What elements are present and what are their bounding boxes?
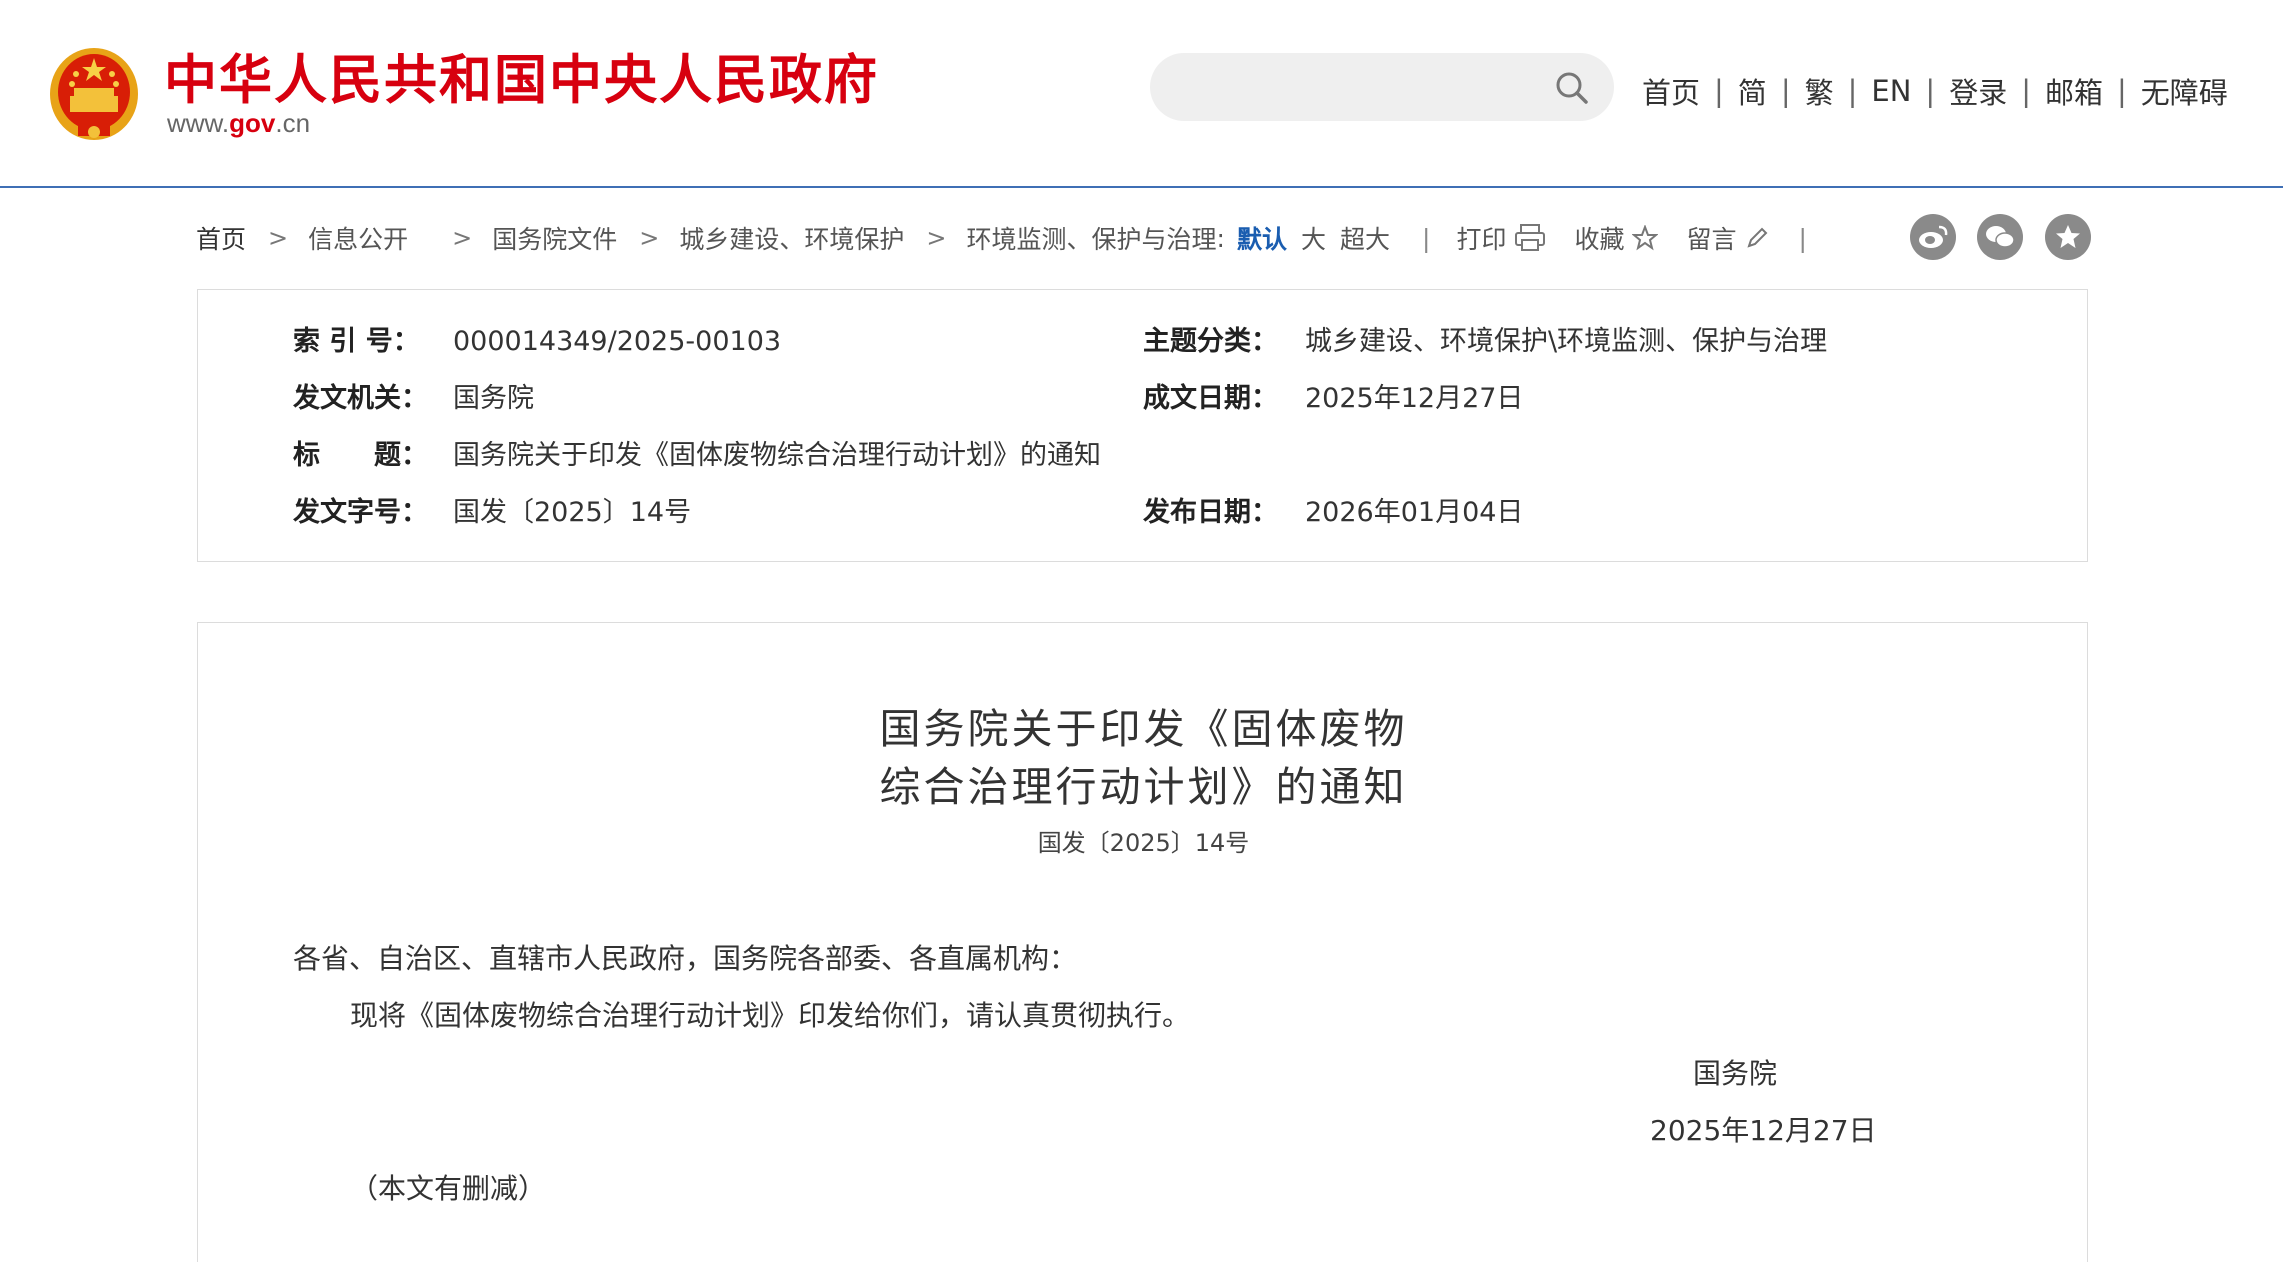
meta-issuer-value: 国务院 bbox=[453, 383, 534, 414]
search-box bbox=[1150, 53, 1614, 123]
breadcrumb: 首页 > 信息公开 > 国务院文件 > 城乡建设、环境保护 > 环境监测、保护与… bbox=[196, 218, 1833, 258]
meta-topic-label: 主题分类： bbox=[1143, 326, 1278, 357]
pencil-icon bbox=[1747, 227, 1768, 248]
breadcrumb-urban-rural[interactable]: 城乡建设、环境保护 bbox=[679, 220, 904, 256]
printer-icon bbox=[1515, 224, 1546, 251]
domain-prefix: www. bbox=[167, 108, 230, 138]
font-size-large[interactable]: 大 bbox=[1301, 220, 1326, 256]
weibo-icon bbox=[1919, 225, 1948, 248]
meta-publish-date-row: 发布日期： 2026年01月04日 bbox=[1143, 493, 2043, 533]
meta-title-row: 标 题： 国务院关于印发《固体废物综合治理行动计划》的通知 bbox=[293, 436, 1793, 476]
breadcrumb-home[interactable]: 首页 bbox=[196, 220, 246, 256]
document-date: 2025年12月27日 bbox=[1650, 1114, 1877, 1147]
nav-separator: | bbox=[2117, 74, 2127, 108]
nav-english[interactable]: EN bbox=[1871, 74, 1911, 108]
nav-separator: | bbox=[1714, 74, 1724, 108]
star-icon bbox=[2056, 225, 2080, 248]
document-title-line-2: 综合治理行动计划》的通知 bbox=[879, 763, 1408, 811]
wechat-share-button[interactable] bbox=[1977, 214, 2023, 260]
toolbar-separator: | bbox=[1422, 223, 1431, 253]
nav-separator: | bbox=[1925, 74, 1936, 108]
meta-doc-no-value: 国发〔2025〕14号 bbox=[453, 497, 692, 528]
comment-label: 留言 bbox=[1686, 225, 1737, 254]
document-number: 国发〔2025〕14号 bbox=[1037, 829, 1250, 857]
document-note: （本文有删减） bbox=[350, 1172, 547, 1205]
font-size-default[interactable]: 默认 bbox=[1237, 220, 1287, 256]
nav-accessibility[interactable]: 无障碍 bbox=[2141, 70, 2228, 112]
nav-mail[interactable]: 邮箱 bbox=[2045, 70, 2103, 112]
document-signature: 国务院 bbox=[1693, 1057, 1778, 1090]
font-size-colon: : bbox=[1216, 223, 1225, 253]
document-body-text: 现将《固体废物综合治理行动计划》印发给你们，请认真贯彻执行。 bbox=[350, 999, 1191, 1032]
weibo-share-button[interactable] bbox=[1910, 214, 1956, 260]
chevron-right-icon: > bbox=[926, 224, 947, 252]
meta-topic-value: 城乡建设、环境保护\环境监测、保护与治理 bbox=[1305, 326, 1828, 357]
document-meta-panel: 索 引 号： 000014349/2025-00103 主题分类： 城乡建设、环… bbox=[197, 289, 2088, 562]
meta-doc-no-row: 发文字号： 国发〔2025〕14号 bbox=[293, 493, 1093, 533]
toolbar-separator: | bbox=[1798, 223, 1807, 253]
meta-publish-date-label: 发布日期： bbox=[1143, 497, 1278, 528]
nav-traditional[interactable]: 繁 bbox=[1805, 70, 1834, 112]
font-size-xlarge[interactable]: 超大 bbox=[1340, 220, 1390, 256]
chevron-right-icon: > bbox=[268, 224, 289, 252]
meta-written-date-row: 成文日期： 2025年12月27日 bbox=[1143, 379, 2043, 419]
site-title[interactable]: 中华人民共和国中央人民政府 bbox=[164, 38, 879, 114]
top-nav: 首页 | 简 | 繁 | EN | 登录 | 邮箱 | 无障碍 bbox=[1642, 70, 2228, 112]
document-title-line-1: 国务院关于印发《固体废物 bbox=[879, 705, 1408, 753]
star-outline-icon bbox=[1632, 225, 1659, 251]
print-button[interactable]: 打印 bbox=[1456, 220, 1546, 256]
chevron-right-icon: > bbox=[452, 224, 473, 252]
meta-topic-row: 主题分类： 城乡建设、环境保护\环境监测、保护与治理 bbox=[1143, 322, 2043, 362]
national-emblem-icon[interactable] bbox=[48, 44, 140, 142]
meta-index-row: 索 引 号： 000014349/2025-00103 bbox=[293, 322, 1093, 362]
document-salutation: 各省、自治区、直辖市人民政府，国务院各部委、各直属机构： bbox=[293, 942, 1078, 975]
favorite-label: 收藏 bbox=[1574, 225, 1625, 254]
breadcrumb-env-monitoring[interactable]: 环境监测、保护与治理 bbox=[967, 220, 1217, 256]
meta-publish-date-value: 2026年01月04日 bbox=[1305, 497, 1524, 528]
nav-separator: | bbox=[1847, 74, 1858, 108]
meta-written-date-label: 成文日期： bbox=[1143, 383, 1278, 414]
meta-title-value: 国务院关于印发《固体废物综合治理行动计划》的通知 bbox=[453, 440, 1101, 471]
meta-issuer-row: 发文机关： 国务院 bbox=[293, 379, 1093, 419]
meta-title-label: 标 题： bbox=[293, 440, 428, 471]
domain-gov: gov bbox=[229, 108, 276, 138]
meta-issuer-label: 发文机关： bbox=[293, 383, 428, 414]
meta-doc-no-label: 发文字号： bbox=[293, 497, 428, 528]
meta-index-value: 000014349/2025-00103 bbox=[453, 326, 782, 357]
meta-index-label: 索 引 号： bbox=[293, 326, 420, 357]
nav-home[interactable]: 首页 bbox=[1642, 70, 1700, 112]
site-header: 中华人民共和国中央人民政府 www.gov.cn 首页 | 简 | 繁 | EN… bbox=[0, 0, 2283, 188]
breadcrumb-info-public[interactable]: 信息公开 bbox=[308, 220, 408, 256]
site-domain[interactable]: www.gov.cn bbox=[167, 108, 310, 139]
wechat-icon bbox=[1986, 226, 2015, 248]
qzone-share-button[interactable] bbox=[2045, 214, 2091, 260]
nav-login[interactable]: 登录 bbox=[1949, 70, 2007, 112]
document-body: 国务院关于印发《固体废物 综合治理行动计划》的通知 国发〔2025〕14号 各省… bbox=[197, 622, 2088, 1262]
nav-simplified[interactable]: 简 bbox=[1738, 70, 1767, 112]
print-label: 打印 bbox=[1456, 225, 1507, 254]
chevron-right-icon: > bbox=[639, 224, 660, 252]
meta-written-date-value: 2025年12月27日 bbox=[1305, 383, 1524, 414]
nav-separator: | bbox=[2021, 74, 2031, 108]
favorite-button[interactable]: 收藏 bbox=[1574, 220, 1659, 256]
nav-separator: | bbox=[1780, 74, 1791, 108]
search-icon[interactable] bbox=[1554, 70, 1590, 106]
search-input[interactable] bbox=[1180, 53, 1554, 123]
comment-button[interactable]: 留言 bbox=[1686, 220, 1770, 256]
breadcrumb-state-council-docs[interactable]: 国务院文件 bbox=[492, 220, 617, 256]
domain-suffix: .cn bbox=[275, 108, 311, 138]
